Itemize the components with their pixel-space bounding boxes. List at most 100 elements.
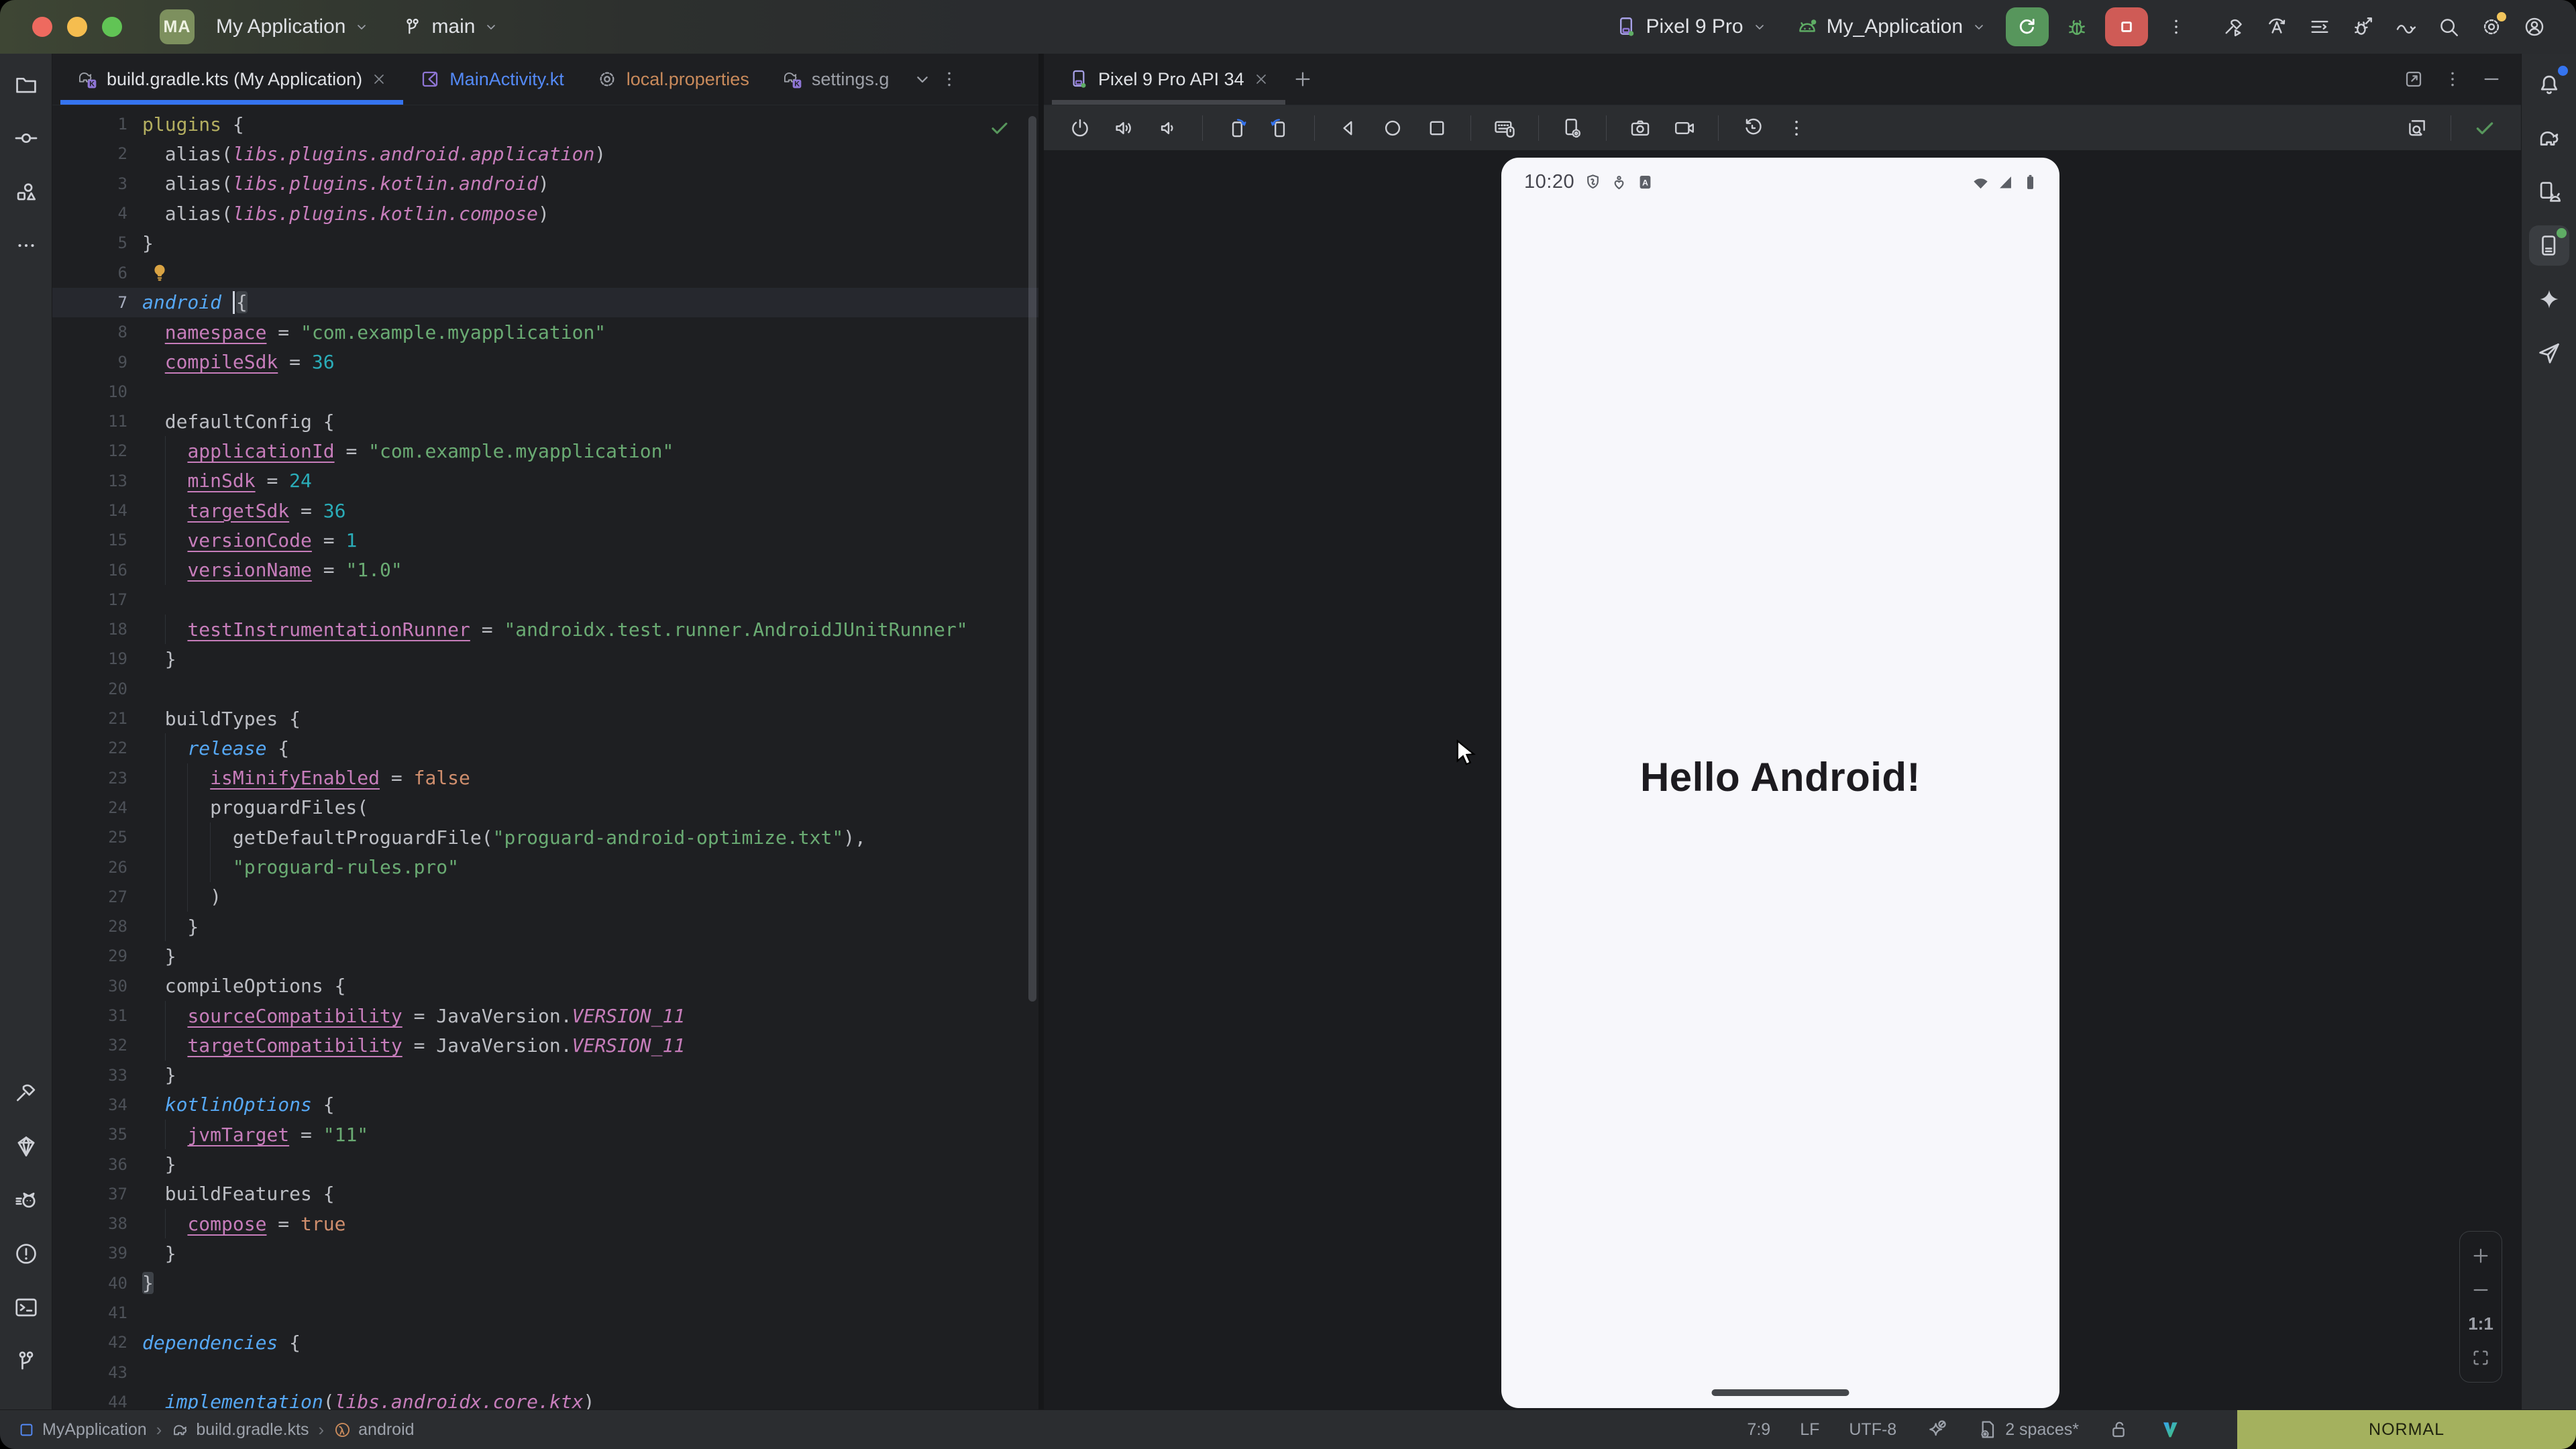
- code-line[interactable]: 32 targetCompatibility = JavaVersion.VER…: [52, 1030, 1038, 1060]
- settings-gear-button[interactable]: [2473, 8, 2510, 46]
- close-tab-icon[interactable]: [371, 71, 387, 87]
- code-line[interactable]: 18 testInstrumentationRunner = "androidx…: [52, 614, 1038, 644]
- fit-to-window-button[interactable]: [2470, 1347, 2491, 1368]
- logcat-cat-button[interactable]: [6, 1180, 46, 1220]
- power-button[interactable]: [1061, 109, 1099, 147]
- breadcrumb-item[interactable]: android: [333, 1420, 414, 1440]
- branch-selector[interactable]: main: [392, 9, 508, 45]
- volume-up-button[interactable]: [1106, 109, 1143, 147]
- code-line[interactable]: 42dependencies {: [52, 1328, 1038, 1357]
- search-button[interactable]: [2430, 8, 2467, 46]
- breadcrumb-item[interactable]: build.gradle.kts: [171, 1420, 309, 1440]
- list-lines-button[interactable]: [2301, 8, 2339, 46]
- rotate-right-button[interactable]: [1262, 109, 1299, 147]
- code-line[interactable]: 22 release {: [52, 733, 1038, 763]
- run-configuration-selector[interactable]: My_Application: [1786, 9, 1996, 45]
- keyboard-mouse-button[interactable]: [1486, 109, 1523, 147]
- screen-record-button[interactable]: [1666, 109, 1703, 147]
- close-window-button[interactable]: [32, 17, 52, 37]
- code-line[interactable]: 25 getDefaultProguardFile("proguard-andr…: [52, 822, 1038, 852]
- code-line[interactable]: 20: [52, 674, 1038, 704]
- intention-bulb-icon[interactable]: [149, 262, 170, 284]
- code-line[interactable]: 16 versionName = "1.0": [52, 555, 1038, 584]
- project-folder-button[interactable]: [6, 64, 46, 105]
- gradle-elephant-button[interactable]: [2529, 118, 2569, 158]
- code-line[interactable]: 9 compileSdk = 36: [52, 347, 1038, 376]
- running-devices-button[interactable]: [2529, 225, 2569, 266]
- minimize-window-button[interactable]: [67, 17, 87, 37]
- editor-scrollbar[interactable]: [1028, 116, 1036, 1002]
- code-line[interactable]: 29 }: [52, 941, 1038, 971]
- code-line[interactable]: 36 }: [52, 1149, 1038, 1179]
- app-insights-gem-button[interactable]: [6, 1126, 46, 1167]
- code-line[interactable]: 40}: [52, 1269, 1038, 1298]
- editor-tab[interactable]: local.properties: [580, 54, 765, 105]
- code-line[interactable]: 27 ): [52, 882, 1038, 912]
- commit-button[interactable]: [6, 118, 46, 158]
- code-line[interactable]: 28 }: [52, 912, 1038, 941]
- resource-manager-button[interactable]: [6, 172, 46, 212]
- bug-arrow-button[interactable]: [2344, 8, 2381, 46]
- device-manager-button[interactable]: [2529, 172, 2569, 212]
- code-line[interactable]: 1plugins {: [52, 109, 1038, 139]
- emulator-screen[interactable]: 10:20 A Hello Android!: [1501, 158, 2059, 1408]
- code-line[interactable]: 33 }: [52, 1061, 1038, 1090]
- version-control-button[interactable]: [6, 1341, 46, 1381]
- user-account-button[interactable]: [2516, 8, 2553, 46]
- indent-setting[interactable]: 2 spaces*: [1977, 1419, 2079, 1440]
- code-line[interactable]: 8 namespace = "com.example.myapplication…: [52, 317, 1038, 347]
- ai-assistant-disabled-icon[interactable]: [1926, 1419, 1947, 1440]
- code-line[interactable]: 37 buildFeatures {: [52, 1179, 1038, 1209]
- problems-alert-button[interactable]: [6, 1234, 46, 1274]
- code-line[interactable]: 41: [52, 1298, 1038, 1328]
- build-hammer-button[interactable]: [6, 1073, 46, 1113]
- curved-arrows-button[interactable]: [2387, 8, 2424, 46]
- caret-position[interactable]: 7:9: [1747, 1420, 1770, 1440]
- debug-button[interactable]: [2058, 8, 2096, 46]
- show-hidden-tabs-icon[interactable]: [912, 68, 933, 90]
- inspections-ok-icon[interactable]: [989, 117, 1010, 139]
- code-line[interactable]: 7android {: [52, 288, 1038, 317]
- open-in-window-icon[interactable]: [2403, 68, 2424, 90]
- panel-options-kebab-icon[interactable]: [2442, 68, 2463, 90]
- vim-plugin-icon[interactable]: [2159, 1419, 2181, 1440]
- rerun-button[interactable]: [2006, 7, 2049, 46]
- nav-home-button[interactable]: [1374, 109, 1411, 147]
- readonly-toggle[interactable]: [2108, 1419, 2130, 1440]
- code-line[interactable]: 12 applicationId = "com.example.myapplic…: [52, 436, 1038, 466]
- code-line[interactable]: 5}: [52, 228, 1038, 258]
- code-line[interactable]: 43: [52, 1357, 1038, 1387]
- breadcrumb-item[interactable]: MyApplication: [17, 1420, 147, 1440]
- gemini-sparkle-button[interactable]: [2529, 279, 2569, 319]
- volume-down-button[interactable]: [1150, 109, 1187, 147]
- code-line[interactable]: 35 jvmTarget = "11": [52, 1120, 1038, 1149]
- tab-options-icon[interactable]: [938, 68, 960, 90]
- zoom-actual-size-button[interactable]: 1:1: [2468, 1313, 2493, 1334]
- file-encoding[interactable]: UTF-8: [1849, 1420, 1896, 1440]
- line-separator[interactable]: LF: [1800, 1420, 1819, 1440]
- more-kebab-button[interactable]: [1778, 109, 1815, 147]
- zoom-out-button[interactable]: [2470, 1279, 2491, 1301]
- layout-inspector-button[interactable]: [2398, 109, 2436, 147]
- nav-overview-button[interactable]: [1418, 109, 1456, 147]
- hide-panel-icon[interactable]: [2481, 68, 2502, 90]
- rotate-left-button[interactable]: [1218, 109, 1255, 147]
- send-plane-button[interactable]: [2529, 333, 2569, 373]
- add-device-tab-button[interactable]: [1285, 54, 1320, 105]
- notifications-bell-button[interactable]: [2529, 64, 2569, 105]
- code-line[interactable]: 14 targetSdk = 36: [52, 496, 1038, 525]
- code-line[interactable]: 31 sourceCompatibility = JavaVersion.VER…: [52, 1001, 1038, 1030]
- code-line[interactable]: 17: [52, 585, 1038, 614]
- no-problems-check-button[interactable]: [2466, 109, 2504, 147]
- device-tab[interactable]: Pixel 9 Pro API 34: [1052, 54, 1285, 105]
- code-line[interactable]: 15 versionCode = 1: [52, 525, 1038, 555]
- code-line[interactable]: 44 implementation(libs.androidx.core.ktx…: [52, 1387, 1038, 1409]
- code-line[interactable]: 23 isMinifyEnabled = false: [52, 763, 1038, 793]
- more-tool-windows-button[interactable]: [6, 225, 46, 266]
- code-line[interactable]: 21 buildTypes {: [52, 704, 1038, 733]
- code-line[interactable]: 4 alias(libs.plugins.kotlin.compose): [52, 199, 1038, 228]
- code-line[interactable]: 34 kotlinOptions {: [52, 1090, 1038, 1120]
- close-icon[interactable]: [1253, 71, 1269, 87]
- code-line[interactable]: 11 defaultConfig {: [52, 407, 1038, 436]
- code-line[interactable]: 10: [52, 377, 1038, 407]
